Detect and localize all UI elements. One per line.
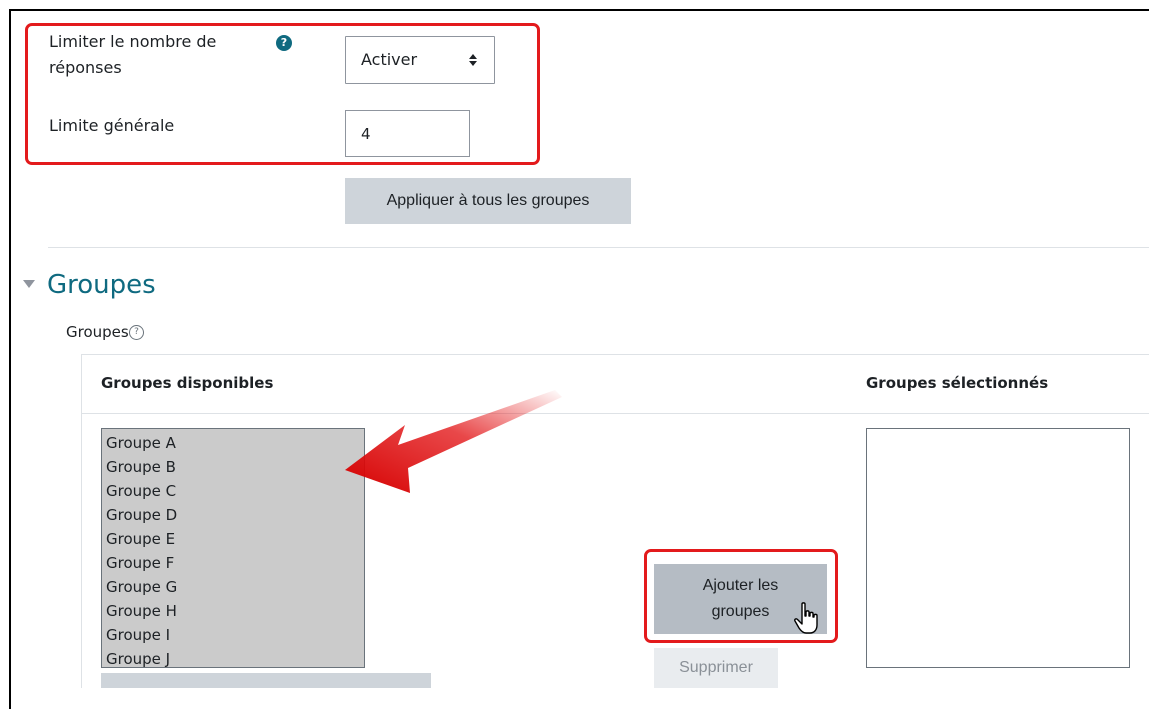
red-arrow-annotation bbox=[345, 390, 562, 493]
table-left-border bbox=[81, 354, 82, 688]
list-item[interactable]: Groupe I bbox=[106, 623, 364, 647]
groups-field-label: Groupes bbox=[66, 322, 129, 342]
remove-button[interactable]: Supprimer bbox=[654, 648, 778, 688]
selected-groups-listbox[interactable] bbox=[866, 428, 1130, 668]
list-item[interactable]: Groupe F bbox=[106, 551, 364, 575]
list-item[interactable]: Groupe H bbox=[106, 599, 364, 623]
available-groups-listbox[interactable]: Groupe A Groupe B Groupe C Groupe D Grou… bbox=[101, 428, 365, 668]
table-header-border bbox=[81, 413, 1149, 414]
list-item[interactable]: Groupe E bbox=[106, 527, 364, 551]
collapse-caret-icon[interactable] bbox=[23, 280, 35, 288]
table-top-border bbox=[81, 354, 1149, 355]
list-item[interactable]: Groupe B bbox=[106, 455, 364, 479]
list-item[interactable]: Groupe A bbox=[106, 431, 364, 455]
hand-pointer-icon bbox=[794, 602, 818, 634]
list-item[interactable]: Groupe C bbox=[106, 479, 364, 503]
highlight-limit-settings bbox=[25, 23, 540, 165]
list-item[interactable]: Groupe G bbox=[106, 575, 364, 599]
groups-section-title[interactable]: Groupes bbox=[47, 268, 156, 302]
groups-field-label-text: Groupes bbox=[66, 323, 129, 341]
section-divider bbox=[48, 247, 1149, 248]
list-item[interactable]: Groupe D bbox=[106, 503, 364, 527]
help-circle-icon[interactable]: ? bbox=[129, 325, 144, 340]
available-search-button[interactable] bbox=[101, 673, 431, 688]
apply-all-groups-button[interactable]: Appliquer à tous les groupes bbox=[345, 178, 631, 224]
list-item[interactable]: Groupe J bbox=[106, 647, 364, 671]
available-groups-header: Groupes disponibles bbox=[101, 374, 274, 392]
selected-groups-header: Groupes sélectionnés bbox=[866, 374, 1049, 392]
